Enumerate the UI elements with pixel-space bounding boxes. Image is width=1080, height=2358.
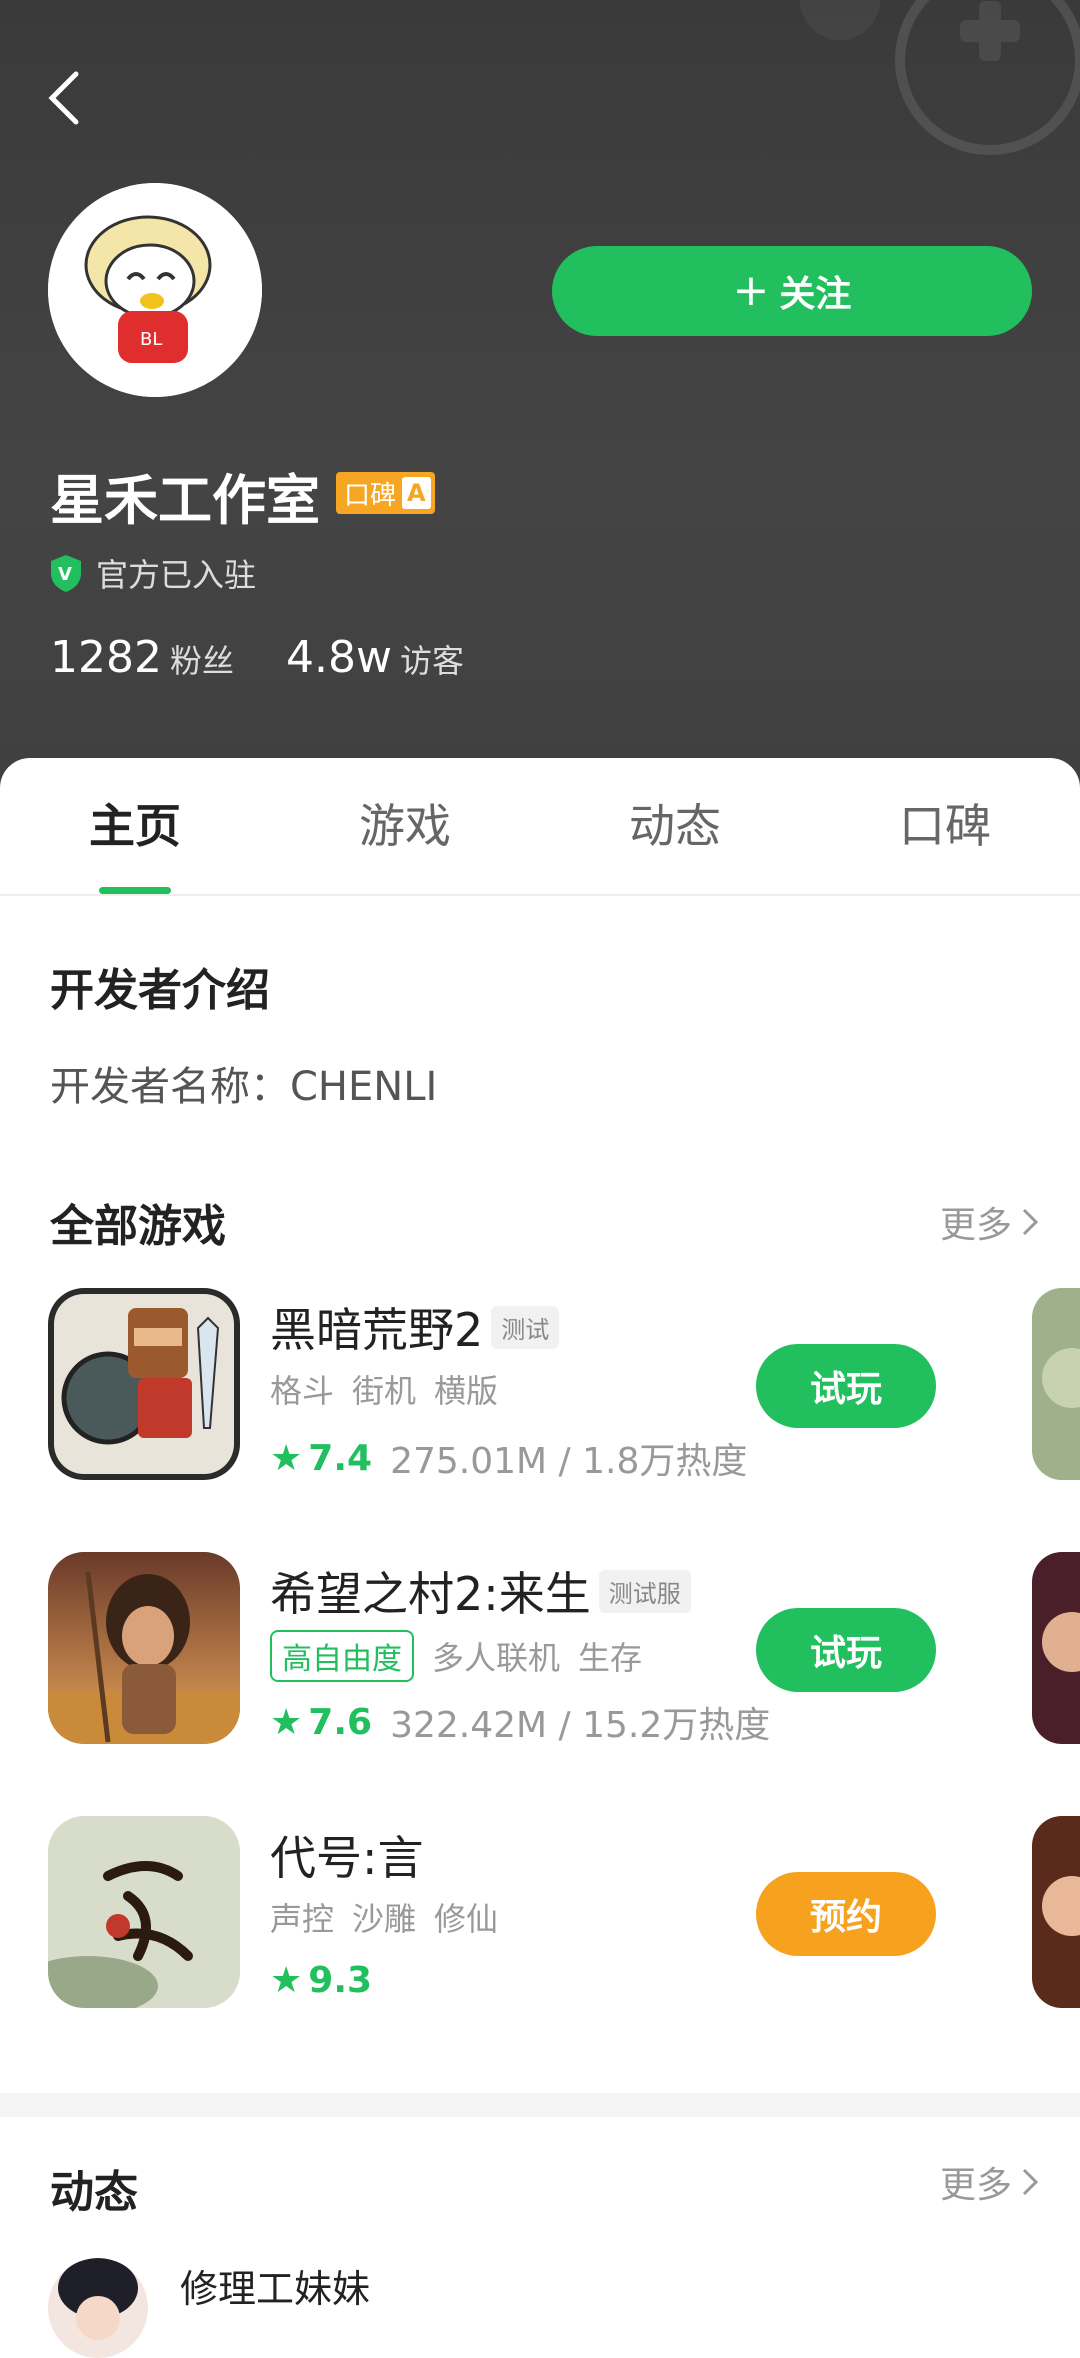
games-more-link[interactable]: 更多 (940, 1196, 1040, 1248)
verified-row: V 官方已入驻 (48, 550, 256, 596)
feed-author-name[interactable]: 修理工妹妹 (180, 2258, 370, 2313)
play-button[interactable]: 试玩 (756, 1608, 936, 1692)
game-tags: 格斗 街机 横版 (270, 1366, 498, 1412)
game-tag: 横版 (434, 1372, 499, 1410)
tab-reputation[interactable]: 口碑 (810, 758, 1080, 894)
game-icon[interactable] (48, 1816, 240, 2008)
game-tag: 修仙 (434, 1900, 499, 1938)
game-name: 代号:言 (270, 1831, 424, 1885)
visitors-count: 4.8w (286, 632, 392, 683)
game-rating-row: ★ 7.6 322.42M / 15.2万热度 (270, 1696, 770, 1748)
game-rating: 7.6 (308, 1701, 373, 1743)
game-tag: 格斗 (270, 1372, 335, 1410)
game-title-row: 黑暗荒野2 测试 (270, 1294, 560, 1360)
chevron-right-icon (1022, 2168, 1039, 2196)
stats-row: 1282 粉丝 4.8w 访客 (50, 632, 516, 683)
games-section-title: 全部游戏 (50, 1201, 226, 1252)
feed-section-title: 动态 (50, 2167, 138, 2218)
game-rating-row: ★ 9.3 (270, 1960, 390, 2001)
more-label: 更多 (939, 1205, 1012, 1246)
reserve-button[interactable]: 预约 (756, 1872, 936, 1956)
svg-text:BL: BL (140, 329, 162, 350)
chevron-right-icon (1022, 1208, 1039, 1236)
game-tags: 高自由度 多人联机 生存 (270, 1630, 642, 1682)
game-item[interactable]: 希望之村2:来生 测试服 高自由度 多人联机 生存 ★ 7.6 322.42M … (0, 1552, 1080, 1752)
developer-section-title: 开发者介绍 (50, 965, 270, 1016)
back-arrow-icon[interactable] (44, 68, 84, 128)
game-tags: 声控 沙雕 修仙 (270, 1894, 498, 1940)
game-item[interactable]: 代号:言 声控 沙雕 修仙 ★ 9.3 预约 (0, 1816, 1080, 2016)
next-card-peek[interactable] (1032, 1552, 1080, 1744)
game-status-tag: 测试 (491, 1305, 560, 1349)
game-name: 黑暗荒野2 (270, 1303, 484, 1357)
reputation-badge: 口碑 A (336, 472, 435, 514)
visitors-label: 访客 (399, 642, 464, 680)
badge-label: 口碑 (344, 480, 397, 511)
profile-header: BL + 关注 星禾工作室 口碑 A V 官方已入驻 1282 粉丝 4.8w … (0, 0, 1080, 790)
game-title-row: 希望之村2:来生 测试服 (270, 1558, 691, 1624)
game-rating: 9.3 (308, 1960, 373, 2001)
game-tag: 多人联机 (432, 1639, 561, 1677)
gamepad-decoration-icon (800, 0, 1080, 155)
game-icon[interactable] (48, 1552, 240, 1744)
verified-text: 官方已入驻 (96, 556, 257, 594)
next-card-peek[interactable] (1032, 1816, 1080, 2008)
game-rating-row: ★ 7.4 275.01M / 1.8万热度 (270, 1432, 747, 1484)
game-tag: 声控 (270, 1900, 335, 1938)
star-icon: ★ (270, 1701, 303, 1743)
next-card-peek[interactable] (1032, 1288, 1080, 1480)
badge-grade: A (402, 477, 431, 509)
feed-author-avatar[interactable] (48, 2258, 148, 2358)
game-tag: 街机 (352, 1372, 417, 1410)
feed-more-link[interactable]: 更多 (940, 2156, 1040, 2208)
game-highlight-tag: 高自由度 (270, 1630, 414, 1682)
section-divider (0, 2093, 1080, 2117)
game-status-tag: 测试服 (598, 1569, 691, 1613)
game-name: 希望之村2:来生 (270, 1567, 591, 1621)
tab-games[interactable]: 游戏 (270, 758, 540, 894)
plus-icon: + (732, 265, 770, 316)
svg-text:V: V (58, 564, 72, 585)
play-button[interactable]: 试玩 (756, 1344, 936, 1428)
avatar[interactable]: BL (48, 183, 262, 397)
studio-name: 星禾工作室 (50, 469, 320, 532)
follow-button[interactable]: + 关注 (552, 246, 1032, 336)
game-title-row: 代号:言 (270, 1822, 424, 1888)
game-meta: 275.01M / 1.8万热度 (390, 1441, 748, 1482)
game-tag: 沙雕 (352, 1900, 417, 1938)
game-rating: 7.4 (308, 1437, 373, 1479)
content-sheet: 主页 游戏 动态 口碑 开发者介绍 开发者名称：CHENLI 全部游戏 更多 黑… (0, 758, 1080, 2358)
game-icon[interactable] (48, 1288, 240, 1480)
tab-bar: 主页 游戏 动态 口碑 (0, 758, 1080, 896)
developer-name: 开发者名称：CHENLI (50, 1064, 438, 1110)
more-label: 更多 (939, 2165, 1012, 2206)
game-meta: 322.42M / 15.2万热度 (390, 1705, 771, 1746)
star-icon: ★ (270, 1437, 303, 1479)
tab-home[interactable]: 主页 (0, 758, 270, 894)
fans-count: 1282 (50, 632, 162, 683)
game-tag: 生存 (578, 1639, 643, 1677)
game-item[interactable]: 黑暗荒野2 测试 格斗 街机 横版 ★ 7.4 275.01M / 1.8万热度… (0, 1288, 1080, 1488)
star-icon: ★ (270, 1960, 303, 2001)
verified-shield-icon: V (51, 555, 81, 592)
fans-label: 粉丝 (169, 642, 234, 680)
tab-feed[interactable]: 动态 (540, 758, 810, 894)
follow-label: 关注 (779, 274, 852, 315)
